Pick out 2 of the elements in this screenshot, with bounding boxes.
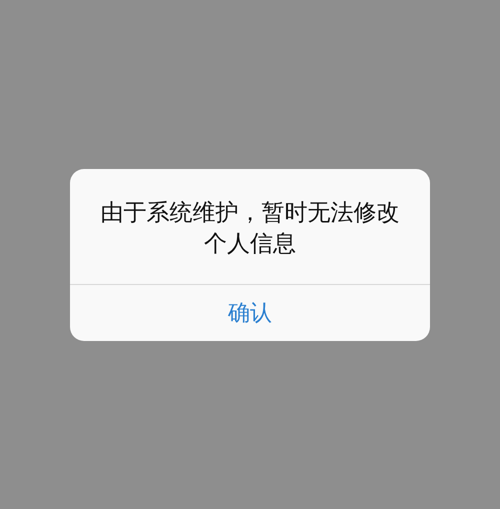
confirm-button[interactable]: 确认 [70,284,430,340]
alert-message: 由于系统维护，暂时无法修改个人信息 [100,198,400,258]
